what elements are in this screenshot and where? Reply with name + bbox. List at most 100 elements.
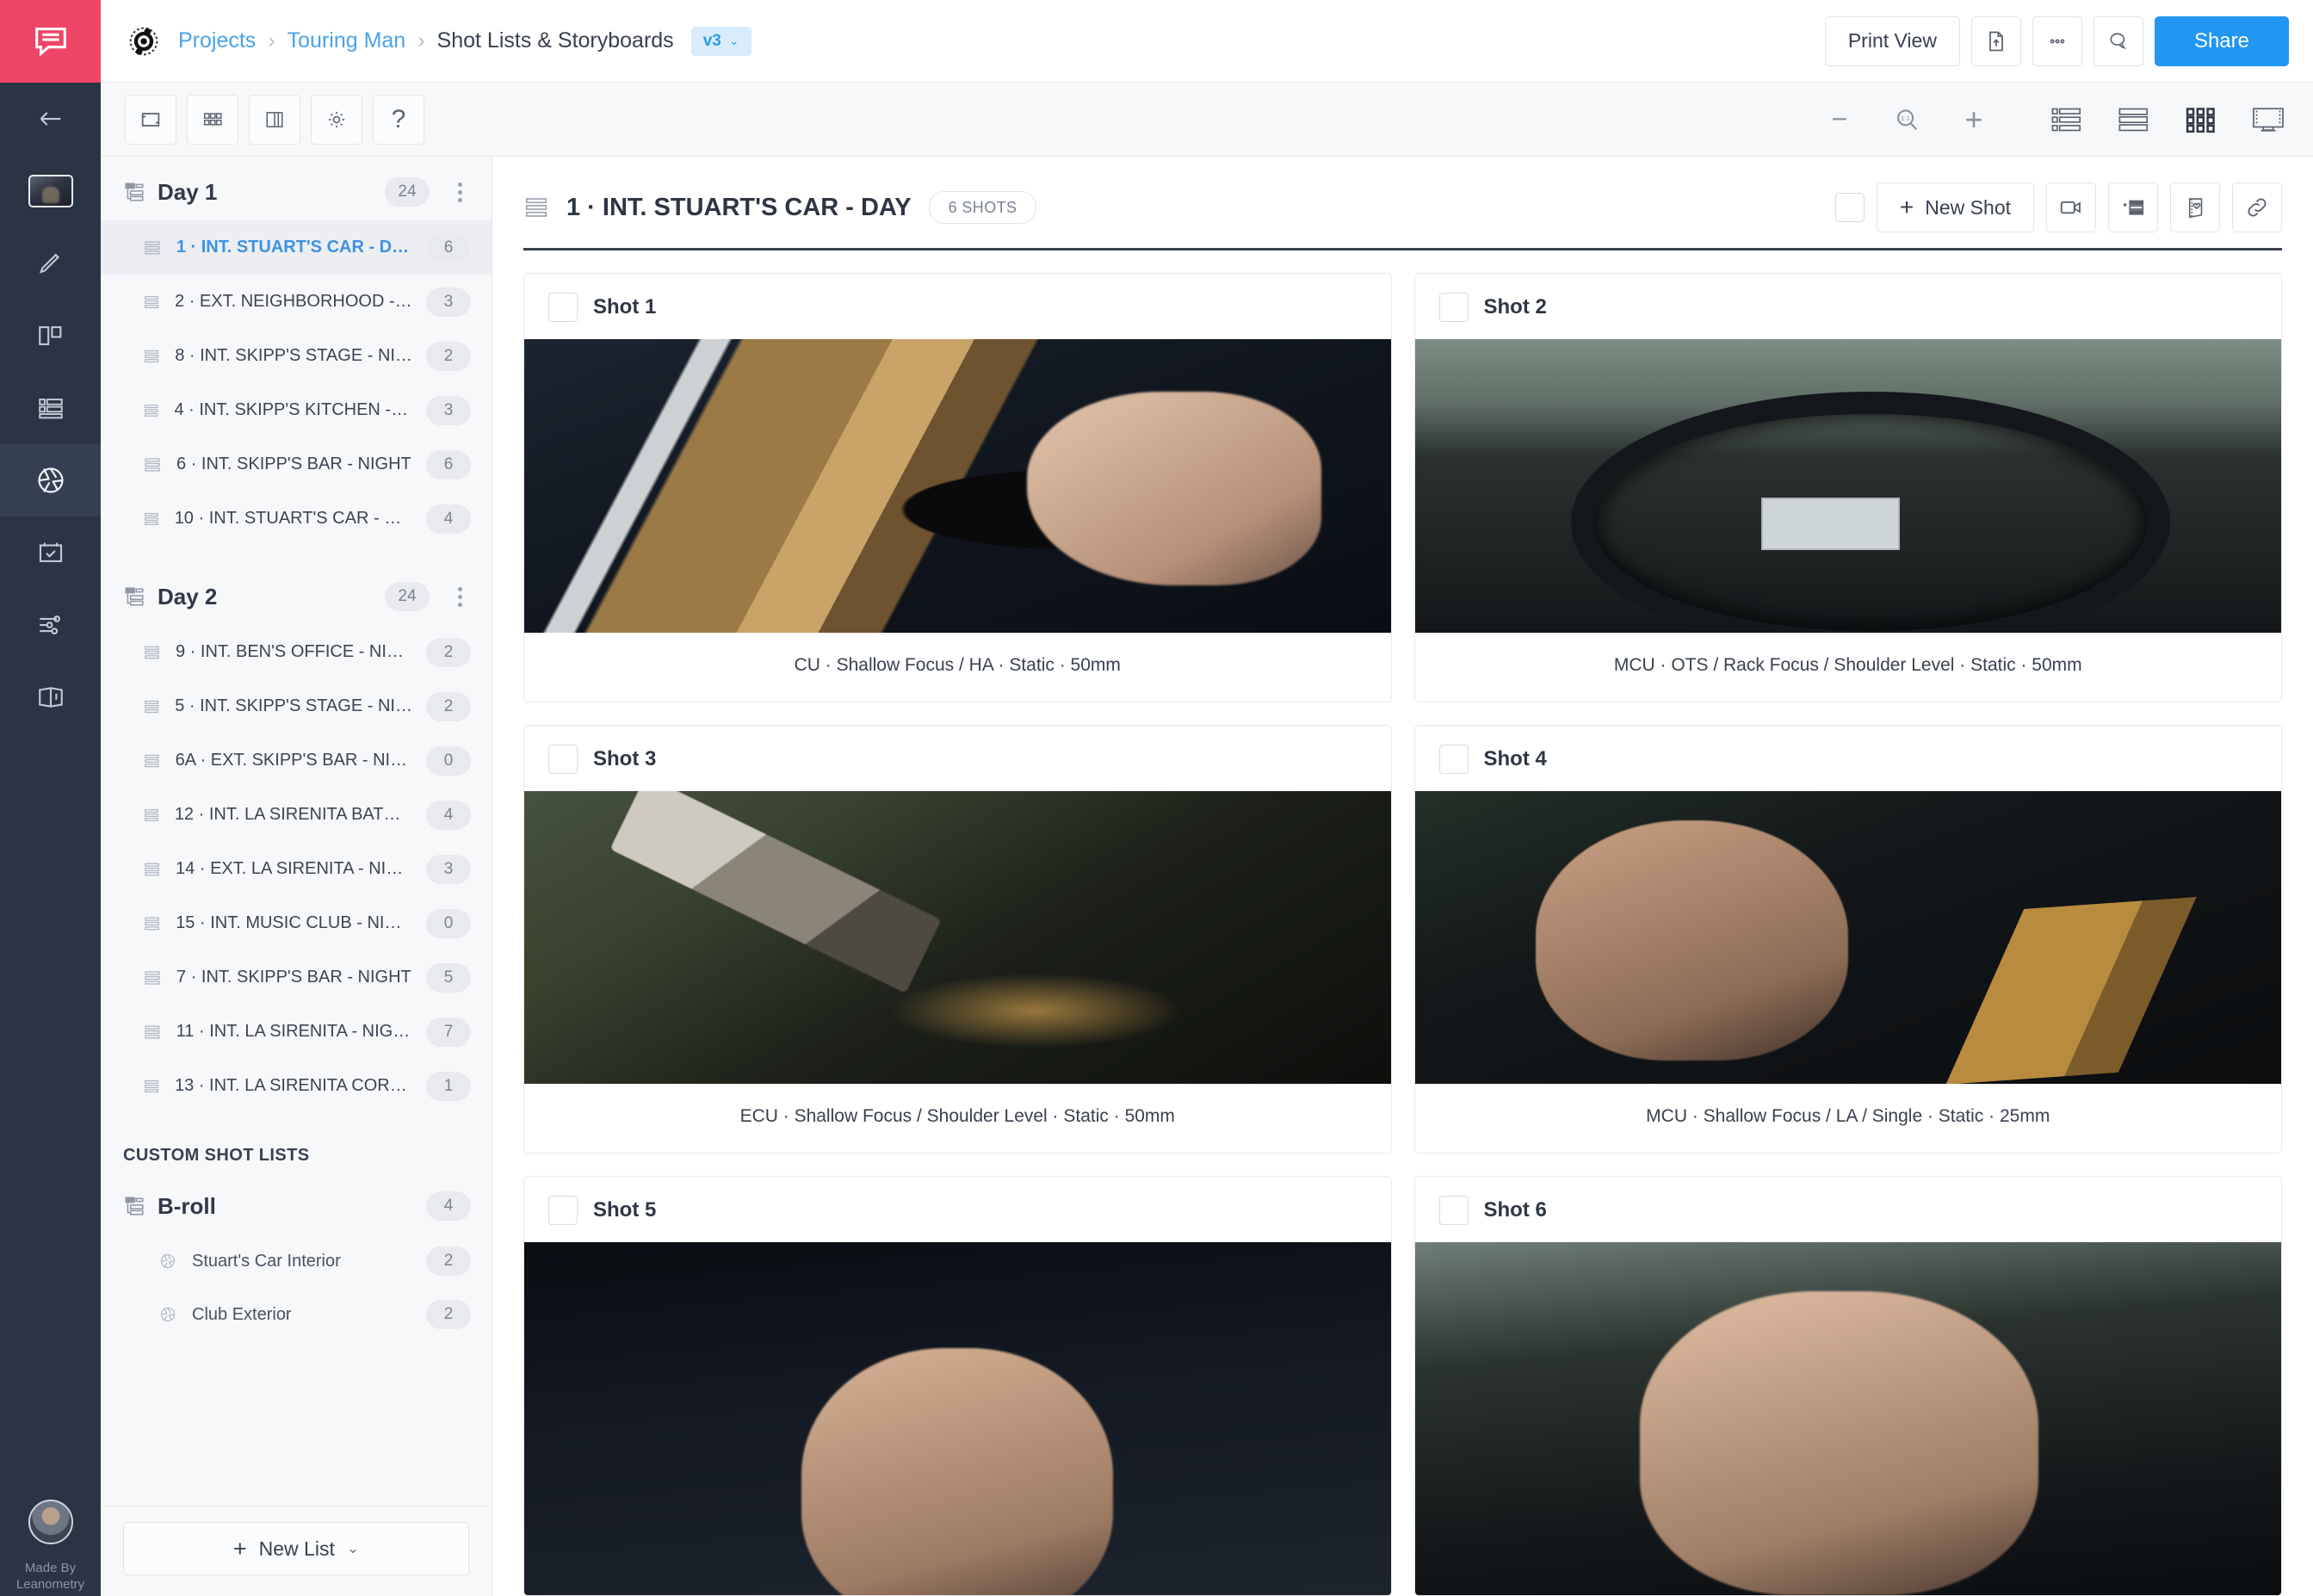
project-logo[interactable] <box>125 22 163 60</box>
copy-link-button[interactable] <box>2232 182 2282 232</box>
sidebar-scene-8[interactable]: 8 · INT. SKIPP'S STAGE - NIGHT 2 <box>101 329 492 383</box>
rail-item-shotlists[interactable] <box>0 444 101 517</box>
video-camera-icon <box>2058 195 2084 220</box>
shot-still-image[interactable] <box>524 1242 1391 1595</box>
shot-card[interactable]: Shot 2 MCU · OTS / Rack Focus / Shoulder… <box>1414 273 2283 702</box>
sidebar-scene-label: 2 · EXT. NEIGHBORHOOD - DAY <box>175 292 412 312</box>
add-row-button[interactable] <box>2108 182 2158 232</box>
guitar-prop <box>1808 893 2269 1084</box>
shot-checkbox[interactable] <box>1439 293 1469 322</box>
sidebar-scene-7[interactable]: 7 · INT. SKIPP'S BAR - NIGHT 5 <box>101 950 492 1005</box>
toolbar-settings-button[interactable] <box>311 95 362 145</box>
breadcrumb-projects[interactable]: Projects <box>178 28 256 53</box>
panels-icon <box>36 321 65 350</box>
sidebar-scene-14[interactable]: 14 · EXT. LA SIRENITA - NIGHT 3 <box>101 842 492 896</box>
sidebar-scene-count: 2 <box>426 342 471 371</box>
shot-checkbox[interactable] <box>548 1196 578 1225</box>
back-arrow-icon <box>36 104 65 133</box>
sidebar-scene-6a[interactable]: 6A · EXT. SKIPP'S BAR - NIGHT 0 <box>101 733 492 788</box>
more-options-button[interactable] <box>2032 16 2082 66</box>
sidebar-custom-item-label: Stuart's Car Interior <box>192 1252 341 1271</box>
shot-still-image[interactable] <box>524 339 1391 633</box>
shot-grid: Shot 1 CU · Shallow Focus / HA · Static … <box>492 251 2313 1596</box>
presentation-view-button[interactable] <box>2248 99 2289 140</box>
shot-card[interactable]: Shot 4 MCU · Shallow Focus / LA / Single… <box>1414 725 2283 1154</box>
new-list-label: New List <box>259 1537 335 1561</box>
sidebar-group-menu-button[interactable] <box>448 587 471 607</box>
plus-icon: + <box>233 1536 247 1562</box>
rail-item-write[interactable] <box>0 227 101 300</box>
scene-lines-icon <box>142 400 160 421</box>
shot-title: Shot 5 <box>593 1198 656 1222</box>
sidebar-scene-4[interactable]: 4 · INT. SKIPP'S KITCHEN - NIG... 3 <box>101 383 492 437</box>
shot-checkbox[interactable] <box>1439 1196 1469 1225</box>
sidebar-scene-10[interactable]: 10 · INT. STUART'S CAR - NIGHT 4 <box>101 492 492 546</box>
app-logo[interactable] <box>0 0 101 83</box>
shot-still-image[interactable] <box>1415 1242 2282 1595</box>
version-badge[interactable]: v3 ⌄ <box>691 27 751 56</box>
new-shot-button[interactable]: + New Shot <box>1877 182 2034 232</box>
sidebar-scroll[interactable]: Day 1 24 1 · INT. STUART'S CAR - DAY 6 2… <box>101 157 492 1506</box>
shot-still-image[interactable] <box>524 791 1391 1085</box>
shot-checkbox[interactable] <box>1439 745 1469 774</box>
sidebar-group-day-1[interactable]: Day 1 24 <box>101 164 492 220</box>
sidebar-scene-11[interactable]: 11 · INT. LA SIRENITA - NIGHT 7 <box>101 1005 492 1059</box>
rows-view-button[interactable] <box>2113 99 2155 140</box>
shot-checkbox[interactable] <box>548 745 578 774</box>
rail-item-schedule[interactable] <box>0 517 101 589</box>
rail-item-guide[interactable] <box>0 661 101 733</box>
rail-item-storyboard[interactable] <box>0 300 101 372</box>
thumbnail-grid-view-button[interactable] <box>2180 99 2222 140</box>
shot-card[interactable]: Shot 5 <box>523 1176 1392 1596</box>
sidebar-scene-label: 10 · INT. STUART'S CAR - NIGHT <box>175 509 412 529</box>
print-view-button[interactable]: Print View <box>1825 16 1960 66</box>
sidebar-scene-13[interactable]: 13 · INT. LA SIRENITA CORRID... 1 <box>101 1059 492 1113</box>
share-button[interactable]: Share <box>2155 16 2289 66</box>
storyboard-card-button[interactable] <box>2170 182 2220 232</box>
sidebar-scene-5[interactable]: 5 · INT. SKIPP'S STAGE - NIGHT 2 <box>101 679 492 733</box>
speech-bubble-logo-icon <box>31 22 71 61</box>
shot-still-image[interactable] <box>1415 791 2282 1085</box>
select-all-checkbox[interactable] <box>1835 193 1865 222</box>
shot-checkbox[interactable] <box>548 293 578 322</box>
shot-card[interactable]: Shot 1 CU · Shallow Focus / HA · Static … <box>523 273 1392 702</box>
sidebar-custom-item-club-exterior[interactable]: Club Exterior 2 <box>101 1288 492 1341</box>
comments-button[interactable] <box>2093 16 2143 66</box>
rail-item-project[interactable] <box>0 155 101 227</box>
rail-item-breakdown[interactable] <box>0 372 101 444</box>
sidebar-group-menu-button[interactable] <box>448 182 471 202</box>
rail-item-settings[interactable] <box>0 589 101 661</box>
sidebar-scene-label: 6A · EXT. SKIPP'S BAR - NIGHT <box>176 751 412 770</box>
rail-item-back[interactable] <box>0 83 101 155</box>
board-view-button[interactable] <box>125 95 176 145</box>
sidebar-scene-15[interactable]: 15 · INT. MUSIC CLUB - NIGHT 0 <box>101 896 492 950</box>
zoom-out-button[interactable]: − <box>1819 99 1860 140</box>
shot-card[interactable]: Shot 3 ECU · Shallow Focus / Shoulder Le… <box>523 725 1392 1154</box>
export-button[interactable] <box>1971 16 2021 66</box>
shot-card-header: Shot 6 <box>1415 1177 2282 1242</box>
breadcrumb-touring-man[interactable]: Touring Man <box>288 28 406 53</box>
sidebar-scene-6[interactable]: 6 · INT. SKIPP'S BAR - NIGHT 6 <box>101 437 492 492</box>
zoom-in-button[interactable]: + <box>1953 99 1994 140</box>
sidebar-scene-1[interactable]: 1 · INT. STUART'S CAR - DAY 6 <box>101 220 492 275</box>
sidebar-scene-12[interactable]: 12 · INT. LA SIRENITA BATHRO... 4 <box>101 788 492 842</box>
gear-icon <box>325 108 349 132</box>
scene-lines-icon <box>142 1076 161 1097</box>
shot-still-image[interactable] <box>1415 339 2282 633</box>
sidebar-custom-item-stuarts-car-interior[interactable]: Stuart's Car Interior 2 <box>101 1234 492 1288</box>
add-video-button[interactable] <box>2046 182 2096 232</box>
help-button[interactable]: ? <box>373 95 424 145</box>
sidebar-group-day-2[interactable]: Day 2 24 <box>101 568 492 625</box>
sidebar-scene-9[interactable]: 9 · INT. BEN'S OFFICE - NIGHT 2 <box>101 625 492 679</box>
grid-view-button[interactable] <box>187 95 238 145</box>
zoom-reset-button[interactable]: 1:1 <box>1886 99 1927 140</box>
avatar[interactable] <box>28 1500 73 1544</box>
highlight-glow <box>888 973 1183 1049</box>
file-export-icon <box>1984 29 2008 53</box>
list-detail-view-button[interactable] <box>2046 99 2087 140</box>
split-view-button[interactable] <box>249 95 300 145</box>
shot-card[interactable]: Shot 6 <box>1414 1176 2283 1596</box>
sidebar-scene-2[interactable]: 2 · EXT. NEIGHBORHOOD - DAY 3 <box>101 275 492 329</box>
new-list-button[interactable]: + New List ⌄ <box>123 1522 469 1575</box>
sidebar-group-broll[interactable]: B-roll 4 <box>101 1178 492 1234</box>
